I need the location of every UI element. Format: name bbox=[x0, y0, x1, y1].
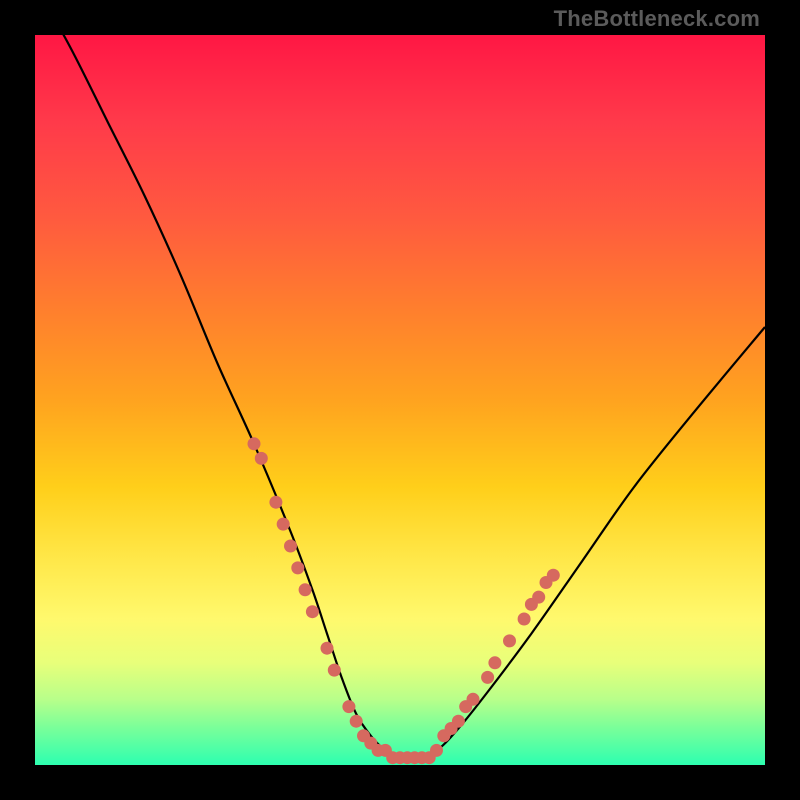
highlight-dot bbox=[350, 715, 363, 728]
chart-svg bbox=[35, 35, 765, 765]
highlight-dot bbox=[467, 693, 480, 706]
chart-frame: TheBottleneck.com bbox=[0, 0, 800, 800]
highlight-dot bbox=[488, 656, 501, 669]
highlight-dots bbox=[248, 437, 560, 764]
highlight-dot bbox=[503, 634, 516, 647]
highlight-dot bbox=[255, 452, 268, 465]
highlight-dot bbox=[248, 437, 261, 450]
highlight-dot bbox=[291, 561, 304, 574]
highlight-dot bbox=[518, 613, 531, 626]
watermark-text: TheBottleneck.com bbox=[554, 6, 760, 32]
highlight-dot bbox=[284, 540, 297, 553]
highlight-dot bbox=[532, 591, 545, 604]
highlight-dot bbox=[299, 583, 312, 596]
highlight-dot bbox=[452, 715, 465, 728]
highlight-dot bbox=[328, 664, 341, 677]
highlight-dot bbox=[547, 569, 560, 582]
highlight-dot bbox=[306, 605, 319, 618]
highlight-dot bbox=[342, 700, 355, 713]
highlight-dot bbox=[269, 496, 282, 509]
bottleneck-curve bbox=[35, 0, 765, 759]
highlight-dot bbox=[481, 671, 494, 684]
highlight-dot bbox=[430, 744, 443, 757]
plot-area bbox=[35, 35, 765, 765]
highlight-dot bbox=[321, 642, 334, 655]
highlight-dot bbox=[277, 518, 290, 531]
